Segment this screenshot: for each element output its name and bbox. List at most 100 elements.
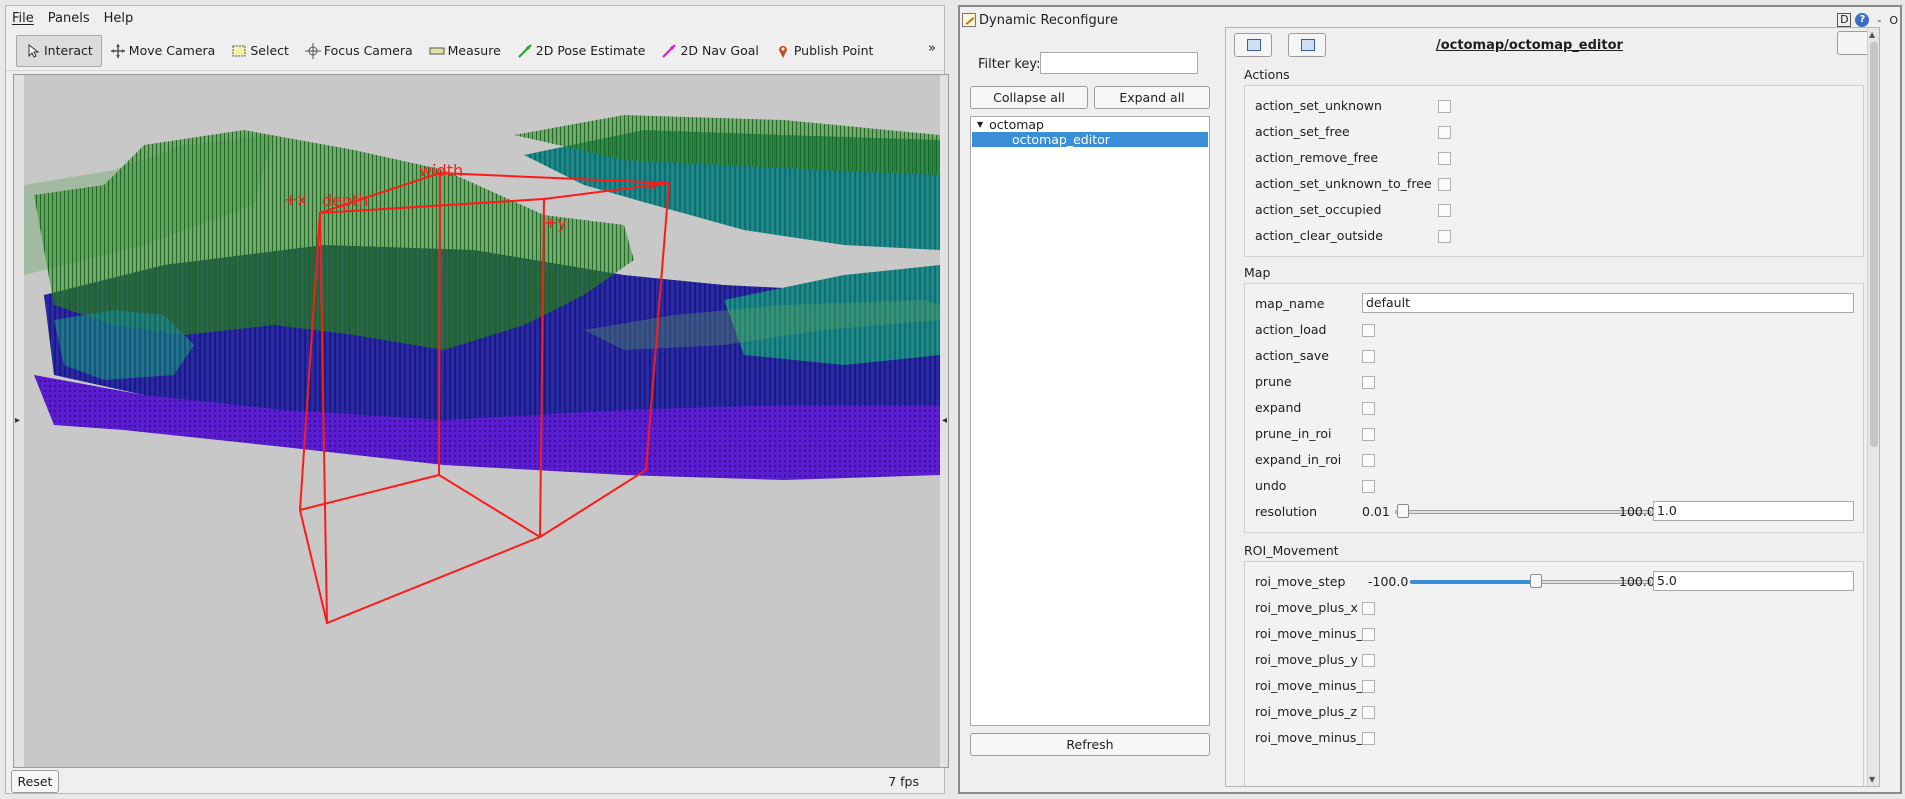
slider-max-label: 100.0 [1619,504,1655,519]
tree-item-octomap-editor[interactable]: octomap_editor [972,132,1208,147]
expand-all-button[interactable]: Expand all [1094,86,1210,109]
axis-label-plus-x: +x [284,190,307,209]
vertical-scrollbar[interactable]: ▲ ▼ [1867,28,1879,786]
tool-interact[interactable]: Interact [16,34,102,67]
param-label: roi_move_minus_x [1255,626,1371,641]
checkbox-action-set-unknown[interactable] [1438,100,1451,113]
rviz-window: File Panels Help Interact Move Camera Se… [5,5,949,795]
tree-item-label: octomap_editor [1012,132,1110,147]
window-title-text: Dynamic Reconfigure [979,12,1118,28]
group-map: map_name default action_load action_save… [1244,283,1864,533]
param-label: action_load [1255,322,1327,337]
param-label: roi_move_plus_z [1255,704,1358,719]
tool-move-camera[interactable]: Move Camera [102,35,224,67]
collapse-all-button[interactable]: Collapse all [970,86,1088,109]
menu-help[interactable]: Help [104,11,134,26]
right-dock-arrow-icon[interactable]: ◂ [942,415,947,426]
dock-button[interactable]: D [1837,13,1852,27]
tool-2d-pose-estimate[interactable]: 2D Pose Estimate [509,35,654,67]
checkbox-action-clear-outside[interactable] [1438,230,1451,243]
node-browser: Filter key: Collapse all Expand all ▼ oc… [970,47,1210,792]
refresh-button[interactable]: Refresh [970,733,1210,756]
toolbar-overflow-button[interactable]: » [928,41,936,56]
group-actions: action_set_unknown action_set_free actio… [1244,85,1864,257]
tool-focus-camera[interactable]: Focus Camera [297,35,421,67]
editor-header: /octomap/octomap_editor [1226,28,1879,64]
checkbox-expand-in-roi[interactable] [1362,454,1375,467]
roi-step-input[interactable]: 5.0 [1653,571,1854,591]
resolution-slider-track[interactable] [1395,510,1651,514]
fps-readout: 7 fps [888,774,919,789]
menu-panels[interactable]: Panels [48,11,90,26]
checkbox-expand[interactable] [1362,402,1375,415]
checkbox-action-set-unknown-to-free[interactable] [1438,178,1451,191]
slider-min-label: 0.01 [1362,504,1390,519]
checkbox-undo[interactable] [1362,480,1375,493]
scroll-up-icon[interactable]: ▲ [1869,30,1875,39]
window-controls: D ? - O [1833,13,1898,27]
select-icon [231,43,247,59]
param-label: roi_move_plus_y [1255,652,1358,667]
save-params-button[interactable] [1288,33,1326,57]
param-label: resolution [1255,504,1318,519]
checkbox-roi-move-plus-x[interactable] [1362,602,1375,615]
help-icon[interactable]: ? [1855,13,1870,27]
magenta-arrow-icon [661,43,677,59]
expand-arrow-icon[interactable]: ▼ [977,120,983,129]
minimize-button[interactable]: - [1877,14,1881,27]
checkbox-action-set-occupied[interactable] [1438,204,1451,217]
axis-label-width: width [419,161,463,180]
tool-publish-point[interactable]: Publish Point [767,35,882,67]
tool-select[interactable]: Select [223,35,297,67]
group-label-roi-movement: ROI_Movement [1244,543,1339,558]
filter-key-input[interactable] [1040,52,1198,74]
3d-viewport[interactable]: depth width +x -x +y [24,75,940,767]
checkbox-action-set-free[interactable] [1438,126,1451,139]
checkbox-roi-move-minus-y[interactable] [1362,680,1375,693]
status-bar: Reset 7 fps [6,769,944,795]
checkbox-action-save[interactable] [1362,350,1375,363]
resolution-slider-handle[interactable] [1397,504,1410,518]
reset-button[interactable]: Reset [11,770,59,793]
checkbox-roi-move-minus-z[interactable] [1362,732,1375,745]
group-label-actions: Actions [1244,67,1290,82]
checkbox-action-load[interactable] [1362,324,1375,337]
param-label: prune [1255,374,1292,389]
parameter-editor: /octomap/octomap_editor Actions action_s… [1225,27,1880,787]
tool-2d-nav-goal[interactable]: 2D Nav Goal [653,35,766,67]
param-label: map_name [1255,296,1325,311]
checkbox-roi-move-plus-y[interactable] [1362,654,1375,667]
param-label: action_set_unknown_to_free [1255,176,1432,191]
map-pin-icon [775,43,791,59]
tool-2d-nav-goal-label: 2D Nav Goal [680,43,759,58]
close-node-button[interactable] [1837,31,1871,55]
tree-item-octomap[interactable]: ▼ octomap [971,117,1209,132]
checkbox-roi-move-plus-z[interactable] [1362,706,1375,719]
render-panel: ▸ ◂ depth width +x -x +y [13,74,949,768]
scroll-down-icon[interactable]: ▼ [1869,775,1875,784]
param-label: roi_move_step [1255,574,1346,589]
node-tree[interactable]: ▼ octomap octomap_editor [970,116,1210,726]
checkbox-prune[interactable] [1362,376,1375,389]
tool-move-camera-label: Move Camera [128,43,216,58]
map-name-input[interactable]: default [1362,293,1854,313]
close-button[interactable]: O [1889,14,1898,27]
checkbox-prune-in-roi[interactable] [1362,428,1375,441]
param-label: action_set_free [1255,124,1350,139]
checkbox-roi-move-minus-x[interactable] [1362,628,1375,641]
load-icon [1247,39,1261,51]
scrollbar-thumb[interactable] [1870,42,1878,447]
menu-file[interactable]: File [12,11,34,26]
param-label: roi_move_minus_z [1255,730,1370,745]
tool-measure[interactable]: Measure [421,35,509,67]
load-params-button[interactable] [1234,33,1272,57]
resolution-input[interactable]: 1.0 [1653,501,1854,521]
checkbox-action-remove-free[interactable] [1438,152,1451,165]
roi-step-slider-handle[interactable] [1530,574,1543,588]
dynamic-reconfigure-window: Dynamic Reconfigure D ? - O Filter key: … [958,5,1902,794]
left-dock-arrow-icon[interactable]: ▸ [15,415,20,426]
param-label: prune_in_roi [1255,426,1332,441]
save-icon [1301,39,1315,51]
param-label: roi_move_plus_x [1255,600,1358,615]
roi-step-slider-fill [1410,580,1537,584]
